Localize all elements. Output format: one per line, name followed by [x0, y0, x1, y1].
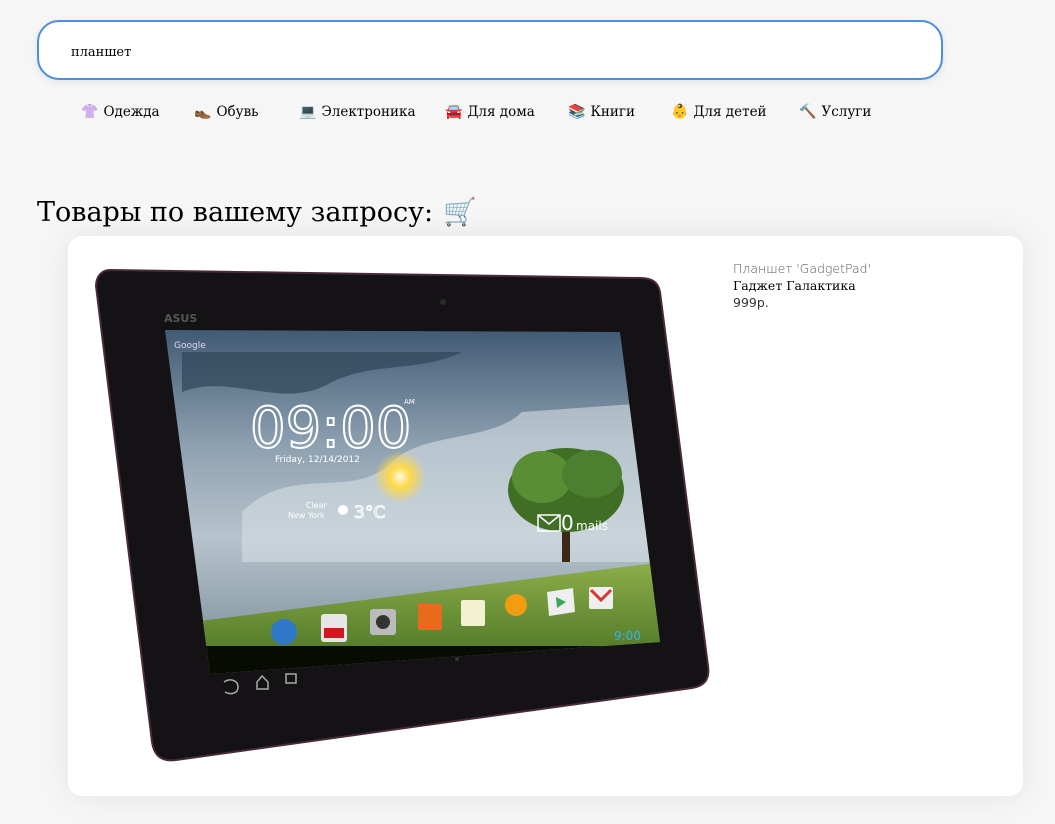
category-label: Услуги: [821, 104, 872, 120]
clock-ampm: AM: [404, 398, 415, 406]
tablet-screen: 09:00 AM Friday, 12/14/2012 Clear New Yo…: [165, 330, 660, 674]
category-kids[interactable]: 👶 Для детей: [671, 104, 767, 120]
category-shoes[interactable]: 👞 Обувь: [194, 104, 259, 120]
weather-city: New York: [288, 511, 325, 520]
camera-dot: [440, 299, 446, 305]
product-seller[interactable]: Гаджет Галактика: [733, 277, 871, 294]
mail-count: 0: [561, 511, 574, 535]
product-price: 999р.: [733, 295, 769, 310]
supernote-icon: [461, 600, 485, 626]
category-services[interactable]: 🔨 Услуги: [799, 104, 871, 120]
search-bar[interactable]: [37, 20, 943, 80]
product-name[interactable]: Планшет 'GadgetPad': [733, 260, 871, 277]
category-label: Одежда: [103, 104, 160, 120]
hammer-icon: 🔨: [799, 104, 817, 120]
mail-label: mails: [576, 519, 608, 533]
category-books[interactable]: 📚 Книги: [568, 104, 635, 120]
status-time: 9:00: [614, 629, 641, 643]
weather-temperature: 3°C: [354, 503, 385, 523]
google-search-label: Google: [174, 341, 206, 351]
results-heading: Товары по вашему запросу: 🛒: [37, 196, 477, 229]
weather-condition: Clear: [306, 501, 328, 510]
category-label: Для дома: [467, 104, 535, 120]
category-label: Обувь: [216, 104, 259, 120]
browser-icon: [271, 619, 297, 645]
results-heading-text: Товары по вашему запросу:: [37, 196, 434, 228]
gallery-icon: [418, 604, 442, 630]
clock-digits: 09:00: [250, 396, 411, 461]
books-icon: 📚: [568, 104, 586, 120]
shirt-icon: 👚: [81, 104, 99, 120]
category-clothing[interactable]: 👚 Одежда: [81, 104, 160, 120]
product-image[interactable]: ASUS 09:00 AM Friday, 12/14/2012 Clear N…: [92, 262, 712, 767]
car-icon: 🚘: [445, 104, 463, 120]
sun-icon: [338, 505, 348, 515]
category-label: Электроника: [321, 104, 416, 120]
play-music-icon: [505, 594, 527, 616]
cart-icon: 🛒: [443, 197, 477, 228]
brand-logo: ASUS: [164, 312, 197, 325]
shoe-icon: 👞: [194, 104, 212, 120]
laptop-icon: 💻: [299, 104, 317, 120]
product-info: Планшет 'GadgetPad' Гаджет Галактика 999…: [733, 260, 871, 311]
baby-icon: 👶: [671, 104, 689, 120]
clock-date: Friday, 12/14/2012: [275, 455, 360, 465]
search-input[interactable]: [69, 40, 913, 64]
category-label: Для детей: [693, 104, 767, 120]
category-home[interactable]: 🚘 Для дома: [445, 104, 535, 120]
category-electronics[interactable]: 💻 Электроника: [299, 104, 416, 120]
category-label: Книги: [590, 104, 635, 120]
